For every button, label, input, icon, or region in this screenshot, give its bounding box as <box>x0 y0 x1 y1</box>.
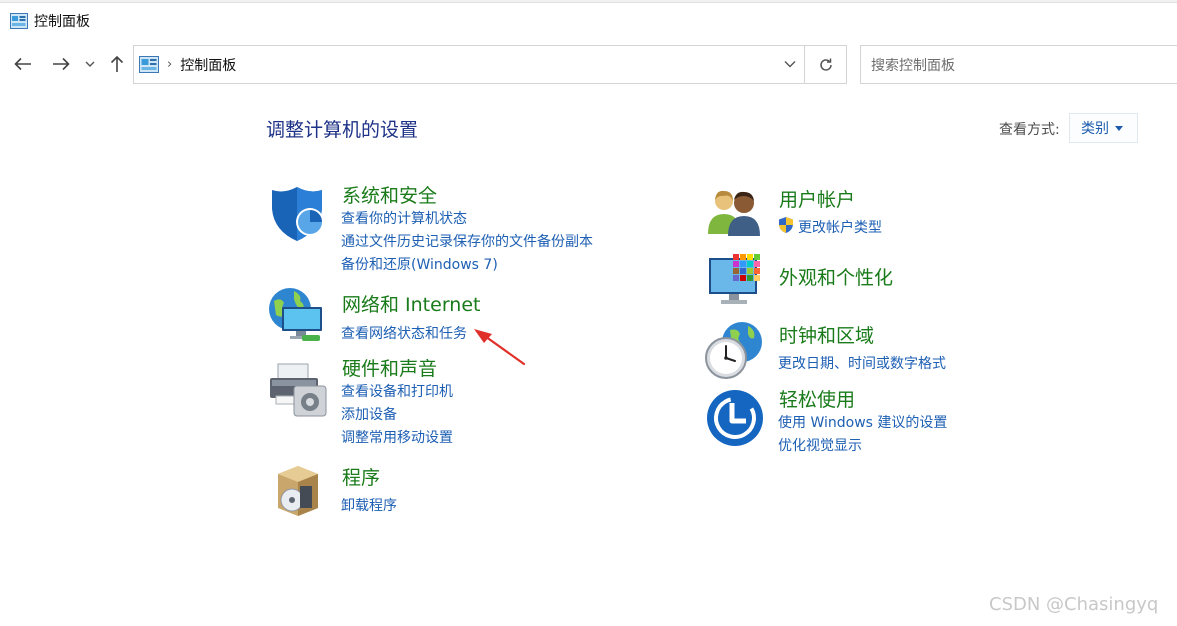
link-file-history-backup[interactable]: 通过文件历史记录保存你的文件备份副本 <box>341 231 593 251</box>
ease-of-access-icon[interactable] <box>706 389 764 447</box>
link-devices-printers[interactable]: 查看设备和打印机 <box>341 381 453 401</box>
window-title: 控制面板 <box>34 14 90 30</box>
annotation-arrow-icon <box>474 329 526 366</box>
breadcrumb-separator[interactable]: › <box>167 57 172 72</box>
category-title-network-internet[interactable]: 网络和 Internet <box>342 290 480 317</box>
up-arrow-icon <box>110 55 124 72</box>
back-arrow-icon <box>14 57 31 71</box>
link-mobility-settings[interactable]: 调整常用移动设置 <box>341 427 453 447</box>
forward-arrow-icon <box>53 57 70 71</box>
search-placeholder: 搜索控制面板 <box>871 57 955 74</box>
clock-globe-icon[interactable] <box>704 320 764 380</box>
up-button[interactable] <box>105 52 129 76</box>
link-change-date-time-format[interactable]: 更改日期、时间或数字格式 <box>778 353 946 373</box>
view-by-value: 类别 <box>1081 121 1109 137</box>
view-by-label: 查看方式: <box>999 122 1060 138</box>
watermark: CSDN @Chasingyq <box>989 594 1159 615</box>
link-windows-suggested-settings[interactable]: 使用 Windows 建议的设置 <box>778 412 947 432</box>
link-optimize-visual-display[interactable]: 优化视觉显示 <box>778 435 862 455</box>
users-icon[interactable] <box>706 188 764 236</box>
link-uninstall-program[interactable]: 卸载程序 <box>341 495 397 515</box>
address-history-dropdown[interactable] <box>782 56 798 72</box>
category-title-ease-of-access[interactable]: 轻松使用 <box>779 385 855 412</box>
category-title-user-accounts[interactable]: 用户帐户 <box>779 185 855 212</box>
link-view-network-status[interactable]: 查看网络状态和任务 <box>341 323 467 343</box>
page-title: 调整计算机的设置 <box>266 119 419 141</box>
appearance-monitor-icon[interactable] <box>707 252 765 308</box>
chevron-down-icon <box>85 61 95 67</box>
view-by-dropdown[interactable]: 类别 <box>1069 113 1138 143</box>
category-title-clock-region[interactable]: 时钟和区域 <box>779 321 874 348</box>
link-backup-restore-win7[interactable]: 备份和还原(Windows 7) <box>341 254 498 274</box>
refresh-icon <box>819 58 832 71</box>
taskbar-strip <box>0 0 1177 3</box>
control-panel-icon <box>10 13 28 29</box>
dropdown-caret-icon <box>1115 125 1123 131</box>
category-title-system-security[interactable]: 系统和安全 <box>342 181 437 208</box>
refresh-button[interactable] <box>805 45 847 84</box>
category-title-programs[interactable]: 程序 <box>342 463 380 490</box>
chevron-down-icon <box>784 61 796 68</box>
title-bar: 控制面板 <box>0 4 1177 38</box>
network-globe-icon[interactable] <box>266 287 328 345</box>
printer-hardware-icon[interactable] <box>268 362 328 418</box>
link-add-device[interactable]: 添加设备 <box>341 404 397 424</box>
address-bar[interactable]: › 控制面板 <box>133 45 805 84</box>
category-title-hardware-sound[interactable]: 硬件和声音 <box>342 354 437 381</box>
link-change-account-type[interactable]: 更改帐户类型 <box>798 217 882 237</box>
programs-box-icon[interactable] <box>274 462 322 518</box>
shield-security-icon[interactable] <box>268 185 326 243</box>
back-button[interactable] <box>11 52 35 76</box>
link-view-computer-status[interactable]: 查看你的计算机状态 <box>341 208 467 228</box>
forward-button[interactable] <box>49 52 73 76</box>
breadcrumb-control-panel[interactable]: 控制面板 <box>180 55 236 75</box>
recent-locations-button[interactable] <box>80 52 100 76</box>
search-input[interactable]: 搜索控制面板 <box>860 45 1177 84</box>
uac-shield-icon <box>779 217 793 233</box>
control-panel-icon <box>139 56 159 73</box>
category-title-appearance[interactable]: 外观和个性化 <box>779 263 893 290</box>
